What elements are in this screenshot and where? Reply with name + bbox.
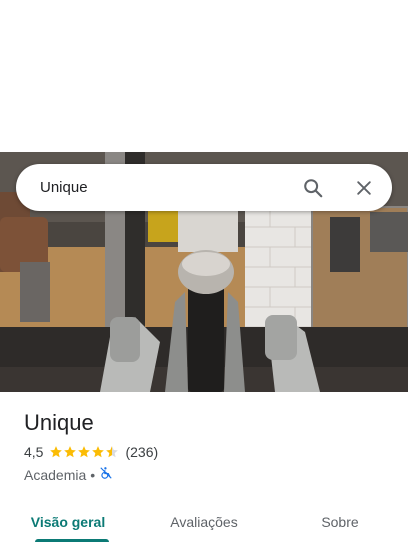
category-label: Academia bbox=[24, 466, 87, 483]
star-icon bbox=[92, 446, 105, 458]
place-title: Unique bbox=[24, 410, 94, 435]
map-blank-area bbox=[0, 0, 408, 152]
close-icon[interactable] bbox=[346, 170, 382, 206]
search-input[interactable]: Unique bbox=[40, 179, 295, 196]
star-icon bbox=[64, 446, 77, 458]
place-tabs: Visão geral Avaliações Sobre bbox=[0, 500, 408, 544]
star-icon bbox=[50, 446, 63, 458]
rating-stars bbox=[49, 445, 119, 459]
tab-about[interactable]: Sobre bbox=[272, 500, 408, 544]
tab-label: Avaliações bbox=[170, 514, 238, 530]
tab-reviews[interactable]: Avaliações bbox=[136, 500, 272, 544]
review-count[interactable]: (236) bbox=[125, 444, 158, 460]
tab-overview[interactable]: Visão geral bbox=[0, 500, 136, 544]
active-tab-indicator bbox=[35, 539, 109, 542]
separator-dot: • bbox=[90, 466, 96, 483]
rating-row[interactable]: 4,5 (236) bbox=[24, 444, 158, 460]
star-half-icon bbox=[106, 446, 119, 458]
star-icon bbox=[78, 446, 91, 458]
category-row: Academia • bbox=[24, 466, 113, 483]
no-wheelchair-icon bbox=[99, 466, 113, 483]
search-bar[interactable]: Unique bbox=[16, 164, 392, 211]
tab-label: Visão geral bbox=[30, 514, 106, 530]
tab-label: Sobre bbox=[321, 514, 359, 530]
place-info-panel: Unique 4,5 (236) Academia • Visão geral … bbox=[0, 392, 408, 544]
rating-value: 4,5 bbox=[24, 444, 44, 460]
search-icon[interactable] bbox=[295, 170, 331, 206]
